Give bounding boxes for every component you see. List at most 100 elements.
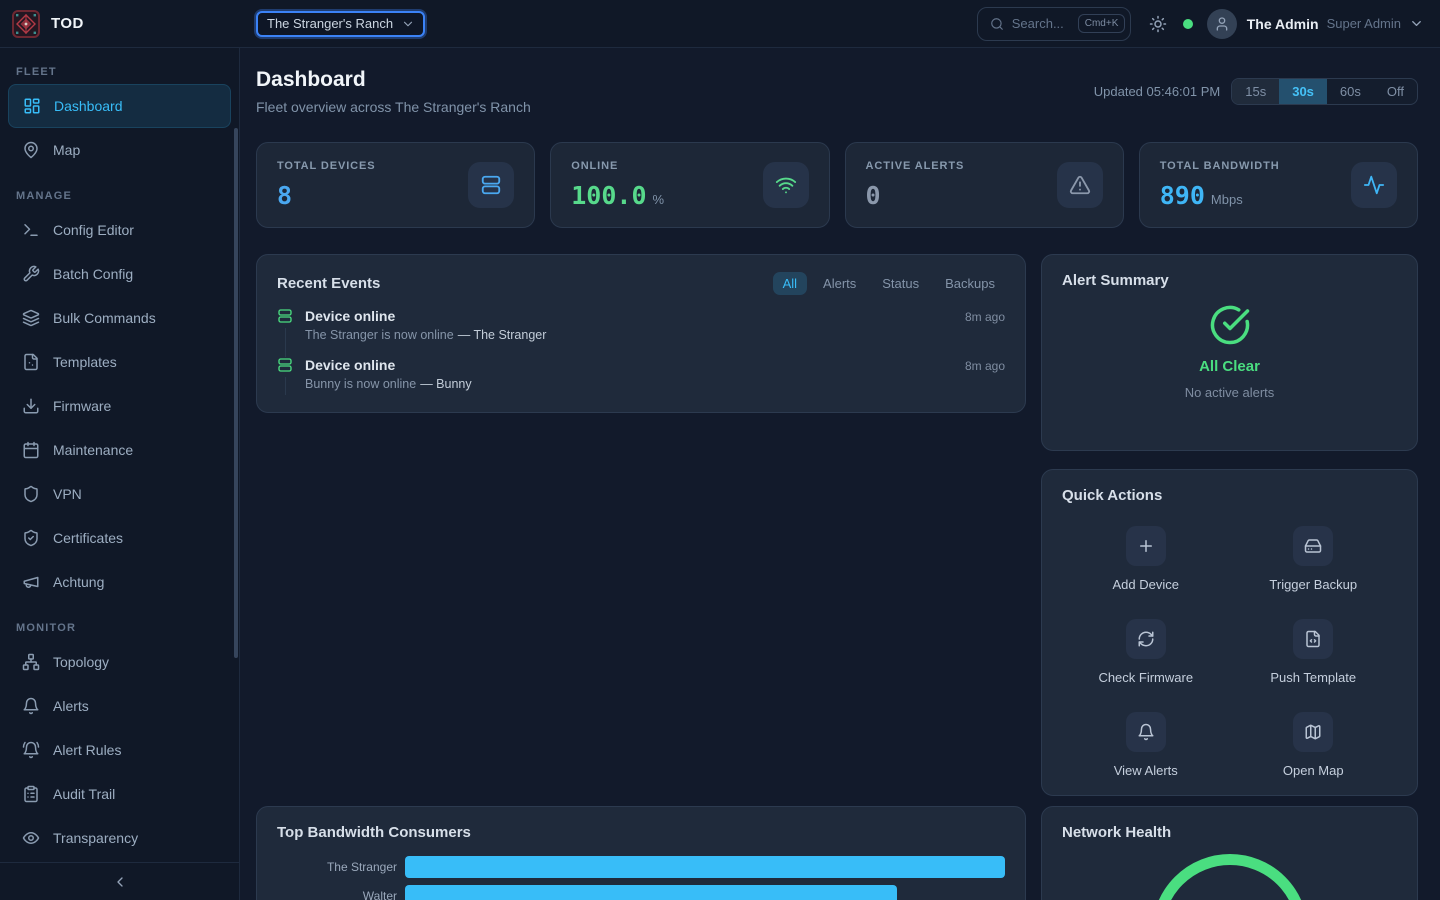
user-menu-chevron-down-icon[interactable] (1409, 16, 1424, 31)
stat-cards: TOTAL DEVICES 8 ONLINE 100.0 % (256, 142, 1418, 228)
sidebar-item-label: Firmware (53, 398, 111, 414)
sidebar-item-label: Bulk Commands (53, 310, 156, 326)
bell-ring-icon (22, 741, 40, 759)
quick-action-label: Push Template (1270, 670, 1356, 685)
sidebar-item-alerts[interactable]: Alerts (8, 684, 231, 728)
page-subtitle: Fleet overview across The Stranger's Ran… (256, 99, 531, 115)
wifi-icon (763, 162, 809, 208)
server-icon (468, 162, 514, 208)
sidebar-item-topology[interactable]: Topology (8, 640, 231, 684)
open-map-button[interactable]: Open Map (1230, 712, 1398, 778)
network-health-gauge: 100 (1152, 854, 1308, 900)
event-row: Device online 8m ago Bunny is now online… (277, 357, 1005, 395)
refresh-option-15s[interactable]: 15s (1232, 79, 1279, 104)
sidebar-scrollbar[interactable] (234, 128, 238, 658)
quick-actions-panel: Quick Actions Add Device Trigger Backup (1041, 469, 1418, 796)
wrench-icon (22, 265, 40, 283)
main-content: Dashboard Fleet overview across The Stra… (240, 48, 1440, 900)
fleet-selector[interactable]: The Stranger's Ranch (256, 11, 425, 37)
server-icon (277, 308, 293, 324)
bandwidth-bar-label: The Stranger (277, 860, 405, 874)
event-time: 8m ago (965, 310, 1005, 324)
bandwidth-chart-title: Top Bandwidth Consumers (277, 824, 1005, 841)
refresh-option-60s[interactable]: 60s (1327, 79, 1374, 104)
sidebar-item-label: Batch Config (53, 266, 133, 282)
search-input[interactable] (1012, 16, 1070, 31)
dashboard-icon (23, 97, 41, 115)
refresh-option-off[interactable]: Off (1374, 79, 1417, 104)
theme-toggle-sun-icon[interactable] (1149, 15, 1167, 33)
sidebar-item-certificates[interactable]: Certificates (8, 516, 231, 560)
stat-value: 0 (866, 181, 881, 210)
connection-status-dot (1183, 19, 1193, 29)
event-row: Device online 8m ago The Stranger is now… (277, 308, 1005, 357)
user-role: Super Admin (1327, 16, 1401, 31)
network-health-title: Network Health (1062, 824, 1397, 841)
sidebar-item-config-editor[interactable]: Config Editor (8, 208, 231, 252)
bell-icon (22, 697, 40, 715)
sidebar-item-transparency[interactable]: Transparency (8, 816, 231, 860)
refresh-icon (1126, 619, 1166, 659)
sidebar-item-label: Dashboard (54, 98, 123, 114)
search-box[interactable]: Cmd+K (977, 7, 1131, 41)
quick-action-label: View Alerts (1114, 763, 1178, 778)
alert-summary-panel: Alert Summary All Clear No active alerts (1041, 254, 1418, 451)
sidebar-item-firmware[interactable]: Firmware (8, 384, 231, 428)
view-alerts-button[interactable]: View Alerts (1062, 712, 1230, 778)
sidebar-item-batch-config[interactable]: Batch Config (8, 252, 231, 296)
stat-card-total-bandwidth: TOTAL BANDWIDTH 890 Mbps (1139, 142, 1418, 228)
network-health-panel: Network Health 100 (1041, 806, 1418, 900)
sidebar-item-vpn[interactable]: VPN (8, 472, 231, 516)
sidebar-item-label: Topology (53, 654, 109, 670)
sidebar-nav: FLEET Dashboard Map MANAGE Config Editor… (0, 48, 239, 862)
bandwidth-bar-label: Walter (277, 889, 405, 900)
push-template-button[interactable]: Push Template (1230, 619, 1398, 685)
sidebar-item-maintenance[interactable]: Maintenance (8, 428, 231, 472)
tab-status[interactable]: Status (872, 272, 929, 295)
sidebar-item-map[interactable]: Map (8, 128, 231, 172)
section-label-manage: MANAGE (16, 190, 223, 202)
quick-action-label: Add Device (1113, 577, 1179, 592)
quick-action-label: Open Map (1283, 763, 1344, 778)
stat-value: 890 (1160, 181, 1205, 210)
add-device-button[interactable]: Add Device (1062, 526, 1230, 592)
app-logo-icon (12, 10, 40, 38)
stat-label: TOTAL DEVICES (277, 160, 376, 172)
eye-icon (22, 829, 40, 847)
tab-backups[interactable]: Backups (935, 272, 1005, 295)
event-title: Device online (305, 357, 395, 373)
stat-value: 100.0 (571, 181, 646, 210)
refresh-option-30s[interactable]: 30s (1279, 79, 1327, 104)
layers-icon (22, 309, 40, 327)
search-icon (990, 17, 1004, 31)
file-icon (22, 353, 40, 371)
avatar[interactable] (1207, 9, 1237, 39)
page-title: Dashboard (256, 68, 531, 92)
network-icon (22, 653, 40, 671)
tab-alerts[interactable]: Alerts (813, 272, 866, 295)
trigger-backup-button[interactable]: Trigger Backup (1230, 526, 1398, 592)
sidebar-item-bulk-commands[interactable]: Bulk Commands (8, 296, 231, 340)
section-label-monitor: MONITOR (16, 622, 223, 634)
terminal-icon (22, 221, 40, 239)
tab-all[interactable]: All (773, 272, 807, 295)
sidebar-item-templates[interactable]: Templates (8, 340, 231, 384)
quick-action-label: Check Firmware (1098, 670, 1193, 685)
alert-triangle-icon (1057, 162, 1103, 208)
stat-label: ACTIVE ALERTS (866, 160, 965, 172)
sidebar-item-dashboard[interactable]: Dashboard (8, 84, 231, 128)
bell-icon (1126, 712, 1166, 752)
sidebar-item-label: Certificates (53, 530, 123, 546)
sidebar-item-alert-rules[interactable]: Alert Rules (8, 728, 231, 772)
bandwidth-chart-panel: Top Bandwidth Consumers The Stranger Wal… (256, 806, 1026, 900)
alert-summary-detail: No active alerts (1185, 385, 1275, 400)
sidebar-item-audit-trail[interactable]: Audit Trail (8, 772, 231, 816)
download-icon (22, 397, 40, 415)
sidebar-item-achtung[interactable]: Achtung (8, 560, 231, 604)
sidebar-collapse-button[interactable] (0, 862, 239, 900)
topbar: TOD The Stranger's Ranch Cmd+K The Admin… (0, 0, 1440, 48)
section-label-fleet: FLEET (16, 66, 223, 78)
user-name: The Admin (1247, 16, 1319, 32)
megaphone-icon (22, 573, 40, 591)
check-firmware-button[interactable]: Check Firmware (1062, 619, 1230, 685)
